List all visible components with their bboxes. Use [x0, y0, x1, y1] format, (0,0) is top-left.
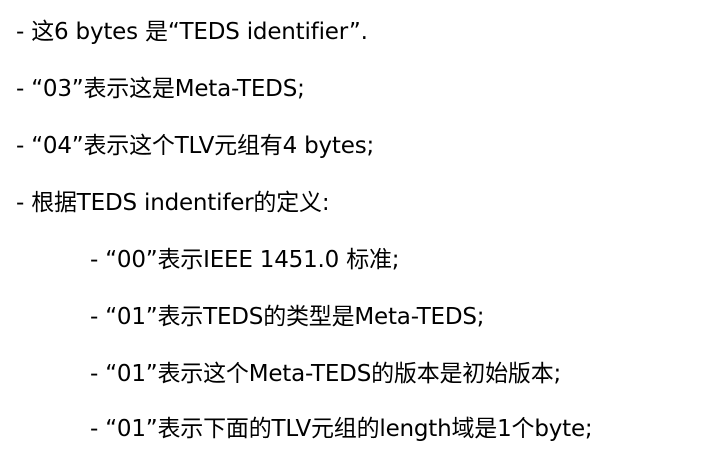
document-page: - 这6 bytes 是“TEDS identifier”. - “03”表示这… [0, 0, 719, 451]
bullet-tlv-length: - “04”表示这个TLV元组有4 bytes; [16, 133, 375, 159]
sub-bullet-version: - “01”表示这个Meta-TEDS的版本是初始版本; [90, 361, 562, 387]
sub-bullet-teds-type: - “01”表示TEDS的类型是Meta-TEDS; [90, 304, 485, 330]
sub-bullet-standard: - “00”表示IEEE 1451.0 标准; [90, 247, 400, 273]
bullet-definition-heading: - 根据TEDS indentifer的定义: [16, 190, 330, 216]
sub-bullet-length-field: - “01”表示下面的TLV元组的length域是1个byte; [90, 416, 593, 442]
bullet-meta-teds: - “03”表示这是Meta-TEDS; [16, 76, 305, 102]
bullet-teds-identifier: - 这6 bytes 是“TEDS identifier”. [16, 19, 368, 45]
